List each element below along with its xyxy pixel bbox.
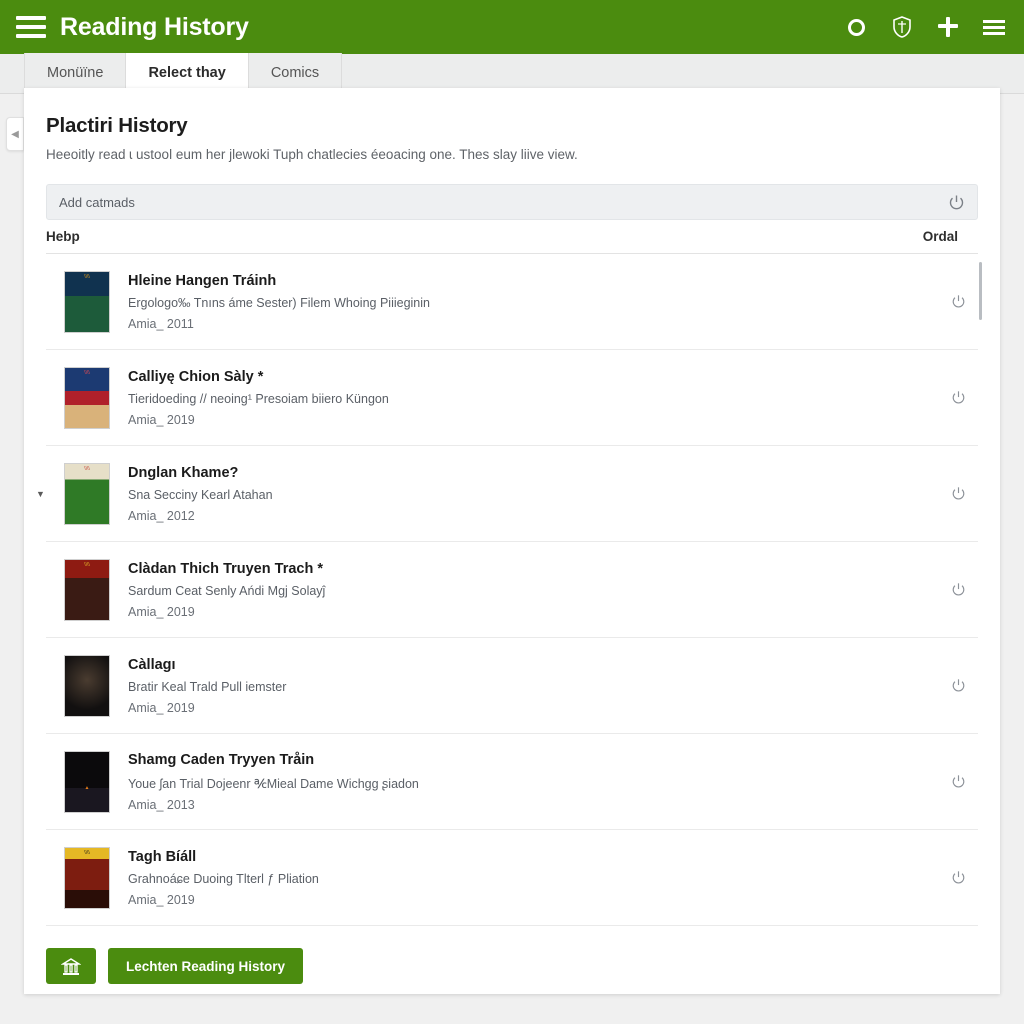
item-title: Dnglan Khame? bbox=[128, 464, 239, 481]
book-cover: \\\\ bbox=[64, 846, 110, 909]
tab-relect-thay[interactable]: Relect thay bbox=[126, 53, 249, 93]
power-icon[interactable] bbox=[948, 194, 965, 211]
history-list: \\\\ Hleine Hangen Tráinh Ergologo‰ Tnın… bbox=[36, 254, 982, 926]
row-text: Dnglan Khame? Sna Secciny Kearl Atahan A… bbox=[128, 464, 938, 523]
expand-caret-icon[interactable]: ▼ bbox=[36, 489, 45, 499]
list-scrollbar[interactable] bbox=[979, 262, 982, 320]
app-header: Reading History bbox=[0, 0, 1024, 54]
table-row[interactable]: \\\\ Calliyę Chion Sàly * Tieridoeding /… bbox=[46, 350, 978, 446]
item-title: Shamg Caden Tryyen Tråin bbox=[128, 752, 315, 769]
column-header-right: Ordal bbox=[922, 229, 958, 244]
item-meta: Amia_ 2012 bbox=[128, 509, 195, 524]
shield-icon[interactable] bbox=[890, 14, 914, 40]
item-title: Calliyę Chion Sàly * bbox=[128, 368, 264, 385]
item-meta: Amia_ 2019 bbox=[128, 701, 195, 716]
book-cover: \\\\ bbox=[64, 462, 110, 525]
book-cover: ▲ bbox=[64, 750, 110, 813]
row-power-icon[interactable] bbox=[938, 390, 978, 405]
card-footer: Lechten Reading History bbox=[46, 948, 978, 984]
header-actions bbox=[844, 14, 1006, 40]
item-meta: Amia_ 2019 bbox=[128, 605, 195, 620]
sidebar-collapse-handle[interactable]: ◀ bbox=[6, 117, 24, 151]
item-meta: Amia_ 2013 bbox=[128, 797, 195, 812]
row-text: Càllagı Bratir Keal Trald Pull iemster A… bbox=[128, 656, 938, 715]
menu-hamburger-icon[interactable] bbox=[16, 16, 46, 38]
row-power-icon[interactable] bbox=[938, 486, 978, 501]
row-text: Hleine Hangen Tráinh Ergologo‰ Tnıns áme… bbox=[128, 272, 938, 331]
item-description: Ergologo‰ Tnıns áme Sester) Filem Whoing… bbox=[128, 296, 430, 311]
table-row[interactable]: \\\\ Tagh Bíáll Grahnoáɕe Duoing Tlterl … bbox=[46, 830, 978, 926]
search-bar[interactable]: Add catmads bbox=[46, 184, 978, 220]
hamburger-icon[interactable] bbox=[982, 14, 1006, 40]
row-text: Calliyę Chion Sàly * Tieridoeding // neo… bbox=[128, 368, 938, 427]
item-description: Youe ʃan Trial Dojeenr ℀Mieal Dame Wichg… bbox=[128, 776, 419, 791]
page-title: Plactiri History bbox=[46, 114, 188, 137]
item-description: Sardum Ceat Senly Ańdi Mgj Solayĵ bbox=[128, 584, 326, 599]
circle-icon[interactable] bbox=[844, 14, 868, 40]
row-text: Shamg Caden Tryyen Tråin Youe ʃan Trial … bbox=[128, 751, 938, 811]
item-description: Tieridoeding // neoing¹ Presoiam biiero … bbox=[128, 392, 389, 407]
item-title: Hleine Hangen Tráinh bbox=[128, 272, 277, 289]
search-input[interactable]: Add catmads bbox=[59, 195, 948, 210]
item-title: Càllagı bbox=[128, 656, 176, 673]
table-row[interactable]: \\\\ Clàdan Thich Truyen Trach * Sardum … bbox=[46, 542, 978, 638]
home-button[interactable] bbox=[46, 948, 96, 984]
book-cover: \\\\ bbox=[64, 366, 110, 429]
row-power-icon[interactable] bbox=[938, 774, 978, 789]
row-power-icon[interactable] bbox=[938, 870, 978, 885]
main-card: Plactiri History Heeoitly read ɩ ustool … bbox=[24, 88, 1000, 994]
clear-reading-history-button[interactable]: Lechten Reading History bbox=[108, 948, 304, 984]
item-description: Bratir Keal Trald Pull iemster bbox=[128, 680, 287, 695]
book-cover: \\\\ bbox=[64, 270, 110, 333]
chevron-left-icon: ◀ bbox=[11, 128, 19, 140]
item-description: Sna Secciny Kearl Atahan bbox=[128, 488, 273, 503]
card-header: Plactiri History Heeoitly read ɩ ustool … bbox=[24, 88, 1000, 162]
tab-comics[interactable]: Comics bbox=[248, 53, 343, 93]
row-text: Tagh Bíáll Grahnoáɕe Duoing Tlterl ƒ Pli… bbox=[128, 848, 938, 907]
item-meta: Amia_ 2019 bbox=[128, 893, 195, 908]
table-row[interactable]: ▼ \\\\ Dnglan Khame? Sna Secciny Kearl A… bbox=[36, 446, 978, 542]
row-text: Clàdan Thich Truyen Trach * Sardum Ceat … bbox=[128, 560, 938, 619]
row-power-icon[interactable] bbox=[938, 294, 978, 309]
table-row[interactable]: ▲ Shamg Caden Tryyen Tråin Youe ʃan Tria… bbox=[46, 734, 978, 830]
column-header-left: Hebp bbox=[46, 229, 80, 244]
item-description: Grahnoáɕe Duoing Tlterl ƒ Pliation bbox=[128, 872, 319, 887]
item-title: Tagh Bíáll bbox=[128, 848, 197, 865]
table-row[interactable]: \\\\ Hleine Hangen Tráinh Ergologo‰ Tnın… bbox=[46, 254, 978, 350]
app-root: Reading History Monüïne Relect thay Comi… bbox=[0, 0, 1024, 1024]
table-row[interactable]: Càllagı Bratir Keal Trald Pull iemster A… bbox=[46, 638, 978, 734]
plus-icon[interactable] bbox=[936, 14, 960, 40]
row-power-icon[interactable] bbox=[938, 678, 978, 693]
item-meta: Amia_ 2011 bbox=[128, 317, 194, 332]
item-meta: Amia_ 2019 bbox=[128, 413, 195, 428]
page-subtitle: Heeoitly read ɩ ustool eum her jlewoki T… bbox=[46, 147, 578, 162]
bank-icon bbox=[61, 957, 81, 975]
book-cover bbox=[64, 654, 110, 717]
app-title: Reading History bbox=[60, 12, 249, 41]
item-title: Clàdan Thich Truyen Trach * bbox=[128, 560, 323, 577]
row-power-icon[interactable] bbox=[938, 582, 978, 597]
book-cover: \\\\ bbox=[64, 558, 110, 621]
list-header: Hebp Ordal bbox=[46, 220, 978, 254]
tab-monuine[interactable]: Monüïne bbox=[24, 53, 127, 93]
